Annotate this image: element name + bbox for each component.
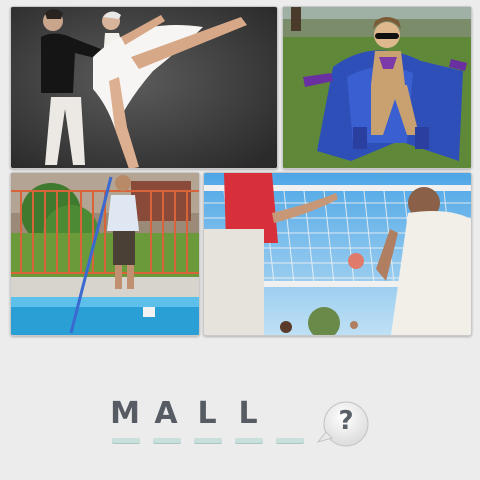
answer-letter: L — [238, 396, 258, 431]
slot-underline — [112, 438, 140, 443]
hint-label: ? — [338, 406, 354, 436]
answer-slot-2[interactable]: A — [149, 392, 183, 448]
volleyball-players-photo-icon — [204, 173, 471, 335]
slot-underline — [153, 438, 181, 443]
clue-image-pool-cleaner[interactable] — [10, 172, 200, 336]
answer-letter: L — [197, 396, 217, 431]
hint-button[interactable]: ? — [316, 400, 370, 452]
slot-underline — [235, 438, 263, 443]
answer-letter: M — [110, 396, 140, 431]
ballet-dancers-photo-icon — [11, 7, 277, 168]
clue-image-superhero[interactable] — [282, 6, 472, 169]
slot-underline — [276, 438, 304, 443]
caped-superhero-photo-icon — [283, 7, 471, 168]
clue-image-volleyball[interactable] — [203, 172, 472, 336]
answer-slot-5[interactable] — [272, 392, 306, 448]
pool-cleaner-photo-icon — [11, 173, 199, 335]
answer-slot-1[interactable]: M — [108, 392, 142, 448]
clue-image-ballet[interactable] — [10, 6, 278, 169]
answer-slot-4[interactable]: L — [231, 392, 265, 448]
answer-slots: M A L L — [108, 392, 318, 452]
answer-slot-3[interactable]: L — [190, 392, 224, 448]
answer-letter: A — [154, 396, 178, 431]
puzzle-screen: M A L L ? — [0, 0, 480, 480]
slot-underline — [194, 438, 222, 443]
